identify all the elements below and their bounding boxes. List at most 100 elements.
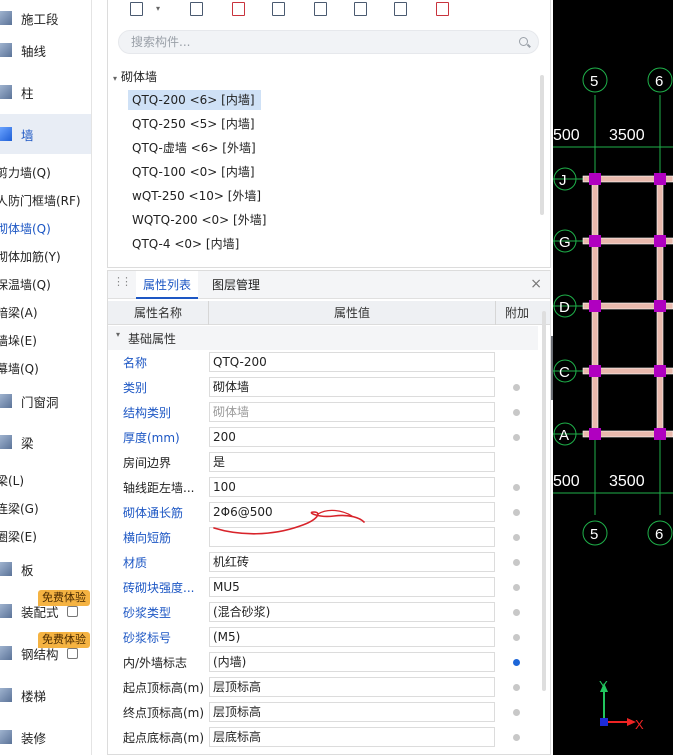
property-group-basic[interactable]: ▾ 基础属性 [108, 326, 538, 350]
attach-toggle-icon[interactable] [513, 584, 520, 591]
property-value-field[interactable]: 200 [209, 427, 495, 447]
drag-handle-icon[interactable] [113, 275, 129, 291]
nav-item-12[interactable]: 门窗洞 [0, 381, 91, 421]
attach-toggle-icon[interactable] [513, 634, 520, 641]
nav-item-14[interactable]: 梁(L) [0, 467, 91, 493]
component-item[interactable]: QTQ-虚墙 <6> [外墙] [128, 138, 262, 158]
property-value-field[interactable]: QTQ-200 [209, 352, 495, 372]
column-node [654, 428, 666, 440]
property-name: 横向短筋 [123, 531, 172, 545]
nav-item-6[interactable]: 砌体墙(Q) [0, 215, 91, 241]
edit-icon[interactable] [352, 0, 370, 18]
nav-item-5[interactable]: 人防门框墙(RF) [0, 187, 91, 213]
property-value-field[interactable]: 层顶标高 [209, 702, 495, 722]
property-scrollbar[interactable] [542, 311, 546, 691]
note-icon[interactable] [392, 0, 410, 18]
property-row: 起点底标高(m) 层底标高 [108, 725, 538, 750]
property-value-field[interactable]: 是 [209, 452, 495, 472]
new-component-icon[interactable] [128, 0, 146, 18]
layer-copy-icon[interactable] [270, 0, 288, 18]
nav-item-17[interactable]: 板 [0, 549, 91, 589]
nav-item-2[interactable]: 柱 [0, 72, 91, 112]
nav-item-18[interactable]: 装配式 免费体验 [0, 590, 91, 631]
attach-toggle-icon[interactable] [513, 484, 520, 491]
property-value-field[interactable]: 层顶标高 [209, 677, 495, 697]
component-item[interactable]: QTQ-4 <0> [内墙] [128, 234, 245, 254]
search-input[interactable] [131, 31, 511, 53]
ucs-icon: Y X [599, 678, 644, 732]
nav-item-label: 暗梁(A) [0, 305, 38, 320]
property-value-field[interactable]: (内墙) [209, 652, 495, 672]
component-item[interactable]: QTQ-250 <5> [内墙] [128, 114, 261, 134]
nav-item-label: 板 [21, 562, 34, 578]
attach-toggle-icon[interactable] [513, 684, 520, 691]
nav-item-11[interactable]: 幕墙(Q) [0, 355, 91, 381]
component-item[interactable]: WQTQ-200 <0> [外墙] [128, 210, 272, 230]
nav-item-7[interactable]: 砌体加筋(Y) [0, 243, 91, 269]
nav-item-3[interactable]: 墙 [0, 114, 91, 154]
property-name: 类别 [123, 381, 148, 395]
tab-property-list[interactable]: 属性列表 [136, 271, 198, 299]
column-header-extra: 附加 [504, 306, 529, 320]
external-link-icon[interactable] [67, 606, 78, 617]
new-dropdown-icon[interactable]: ▾ [156, 4, 160, 13]
search-icon[interactable] [519, 37, 528, 46]
property-value-field[interactable]: 2Φ6@500 [209, 502, 495, 522]
property-value-field[interactable]: (混合砂浆) [209, 602, 495, 622]
nav-item-1[interactable]: 轴线 [0, 30, 91, 70]
nav-item-10[interactable]: 墙垛(E) [0, 327, 91, 353]
nav-item-8[interactable]: 保温墙(Q) [0, 271, 91, 297]
attach-toggle-icon[interactable] [513, 659, 520, 666]
attach-toggle-icon[interactable] [513, 434, 520, 441]
property-name: 起点顶标高(m) [123, 681, 205, 695]
tab-layer-management[interactable]: 图层管理 [208, 271, 264, 299]
attach-toggle-icon[interactable] [513, 734, 520, 741]
nav-item-label: 连梁(G) [0, 501, 39, 516]
bottom-axis-label: 6 [655, 526, 663, 543]
collapse-arrow-icon[interactable]: ▾ [113, 74, 117, 83]
property-row: 名称 QTQ-200 [108, 350, 538, 375]
nav-item-13[interactable]: 梁 [0, 422, 91, 462]
property-row: 横向短筋 [108, 525, 538, 550]
nav-item-20[interactable]: 楼梯 [0, 675, 91, 715]
component-item[interactable]: QTQ-100 <0> [内墙] [128, 162, 261, 182]
group-collapse-icon[interactable]: ▾ [116, 330, 120, 339]
property-value-field[interactable]: 机红砖 [209, 552, 495, 572]
attach-toggle-icon[interactable] [513, 709, 520, 716]
property-row: 房间边界 是 [108, 450, 538, 475]
property-value-field[interactable]: (M5) [209, 627, 495, 647]
column-node [654, 300, 666, 312]
property-value-field[interactable]: 100 [209, 477, 495, 497]
search-box[interactable] [118, 30, 539, 54]
nav-item-16[interactable]: 圈梁(E) [0, 523, 91, 549]
category-icon [0, 688, 12, 702]
category-icon [0, 127, 12, 141]
list-scrollbar[interactable] [540, 75, 544, 215]
property-value-field[interactable]: 砌体墙 [209, 377, 495, 397]
copy-icon[interactable] [188, 0, 206, 18]
attach-toggle-icon[interactable] [513, 609, 520, 616]
attach-toggle-icon[interactable] [513, 384, 520, 391]
property-value-field[interactable]: 砌体墙 [209, 402, 495, 422]
tree-root-masonry-wall[interactable]: ▾ 砌体墙 [113, 68, 157, 85]
component-item[interactable]: QTQ-200 <6> [内墙] [128, 90, 261, 110]
property-value-field[interactable]: MU5 [209, 577, 495, 597]
nav-item-15[interactable]: 连梁(G) [0, 495, 91, 521]
external-link-icon[interactable] [67, 648, 78, 659]
nav-item-4[interactable]: 剪力墙(Q) [0, 159, 91, 185]
nav-item-19[interactable]: 钢结构 免费体验 [0, 632, 91, 673]
list-icon[interactable] [434, 0, 452, 18]
property-value-field[interactable]: 层底标高 [209, 727, 495, 747]
close-icon[interactable]: × [530, 277, 542, 291]
property-value-field[interactable] [209, 527, 495, 547]
attach-toggle-icon[interactable] [513, 534, 520, 541]
nav-item-21[interactable]: 装修 [0, 717, 91, 755]
attach-toggle-icon[interactable] [513, 559, 520, 566]
attach-toggle-icon[interactable] [513, 509, 520, 516]
delete-icon[interactable] [230, 0, 248, 18]
save-template-icon[interactable] [312, 0, 330, 18]
drawing-canvas[interactable]: J G D C A 5 5 6 6 500 3500 500 3500 Y X [553, 0, 673, 755]
attach-toggle-icon[interactable] [513, 409, 520, 416]
nav-item-9[interactable]: 暗梁(A) [0, 299, 91, 325]
component-item[interactable]: wQT-250 <10> [外墙] [128, 186, 267, 206]
